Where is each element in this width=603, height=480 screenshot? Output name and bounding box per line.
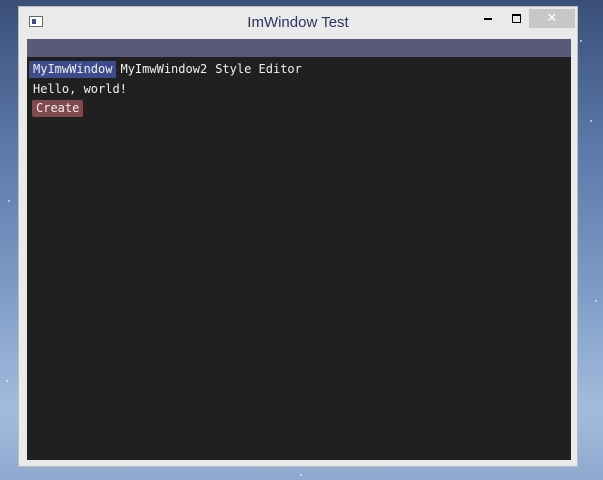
star <box>590 120 592 122</box>
tab-bar: MyImwWindow MyImwWindow2 Style Editor <box>29 61 306 78</box>
menu-bar[interactable] <box>27 39 571 57</box>
close-button[interactable]: ✕ <box>529 9 575 28</box>
hello-text: Hello, world! <box>33 82 127 96</box>
star <box>300 474 302 476</box>
maximize-button[interactable] <box>505 9 527 28</box>
tab-style-editor[interactable]: Style Editor <box>211 61 306 78</box>
app-window: ImWindow Test ✕ MyImwWindow MyImwWindow2… <box>18 6 578 467</box>
create-button[interactable]: Create <box>32 100 84 117</box>
minimize-button[interactable] <box>477 9 499 28</box>
tab-myimwwindow2[interactable]: MyImwWindow2 <box>116 61 211 78</box>
star <box>6 380 8 382</box>
title-bar[interactable]: ImWindow Test ✕ <box>19 7 577 39</box>
close-icon: ✕ <box>546 11 558 26</box>
minimize-icon <box>484 17 492 20</box>
star <box>580 40 582 42</box>
tab-myimwwindow[interactable]: MyImwWindow <box>29 61 117 78</box>
maximize-icon <box>511 14 521 23</box>
star <box>8 200 10 202</box>
client-area: MyImwWindow MyImwWindow2 Style Editor He… <box>27 39 571 460</box>
star <box>595 300 597 302</box>
